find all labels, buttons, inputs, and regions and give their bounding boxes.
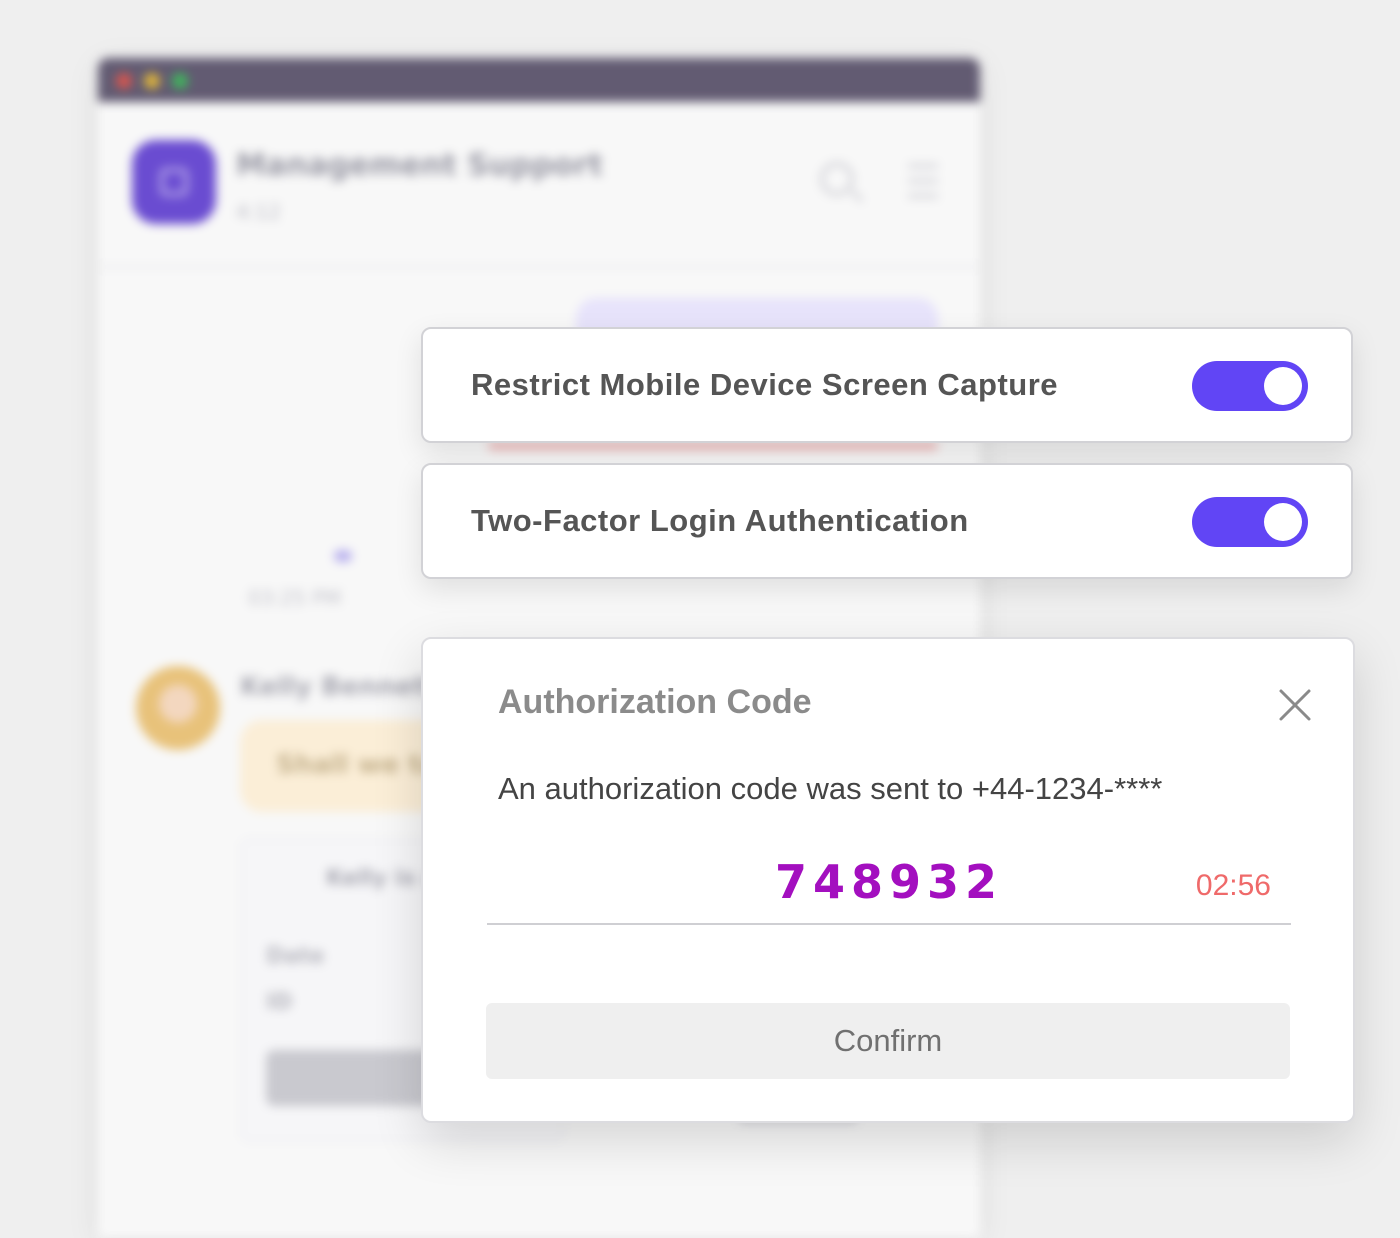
two-factor-setting: Two-Factor Login Authentication [421, 463, 1353, 579]
window-maximize-dot[interactable] [172, 73, 188, 89]
avatar [136, 666, 220, 750]
menu-icon[interactable] [908, 164, 938, 198]
dialog-description: An authorization code was sent to +44-12… [498, 771, 1163, 806]
info-card-id-label: ID [266, 990, 293, 1015]
message-preview: Shall we ta [276, 750, 439, 780]
window-minimize-dot[interactable] [144, 73, 160, 89]
message-time: 03:25 PM [248, 586, 342, 610]
sender-name: Kelly Bennett [240, 672, 439, 702]
close-icon[interactable] [1277, 687, 1313, 723]
screen-capture-toggle[interactable] [1192, 361, 1308, 411]
chat-subtitle: 4:12 [236, 200, 281, 224]
confirm-button[interactable]: Confirm [486, 1003, 1290, 1079]
toggle-knob [1264, 503, 1302, 541]
screen-capture-setting: Restrict Mobile Device Screen Capture [421, 327, 1353, 443]
warning-line [488, 442, 938, 450]
info-card-date-label: Date [266, 944, 325, 969]
window-close-dot[interactable] [116, 73, 132, 89]
toggle-knob [1264, 367, 1302, 405]
read-receipt-icon [334, 550, 352, 562]
app-icon [132, 140, 216, 224]
header-divider [98, 266, 980, 268]
two-factor-label: Two-Factor Login Authentication [471, 503, 969, 538]
dialog-title: Authorization Code [498, 683, 812, 721]
search-icon[interactable] [820, 162, 854, 196]
code-value: 748932 [774, 855, 1004, 909]
chat-title: Management Support [236, 148, 603, 183]
code-input[interactable]: 748932 02:56 [487, 847, 1291, 925]
countdown-timer: 02:56 [1195, 869, 1271, 902]
screen-capture-label: Restrict Mobile Device Screen Capture [471, 367, 1059, 402]
two-factor-toggle[interactable] [1192, 497, 1308, 547]
authorization-dialog: Authorization Code An authorization code… [421, 637, 1355, 1123]
window-titlebar [98, 58, 980, 102]
